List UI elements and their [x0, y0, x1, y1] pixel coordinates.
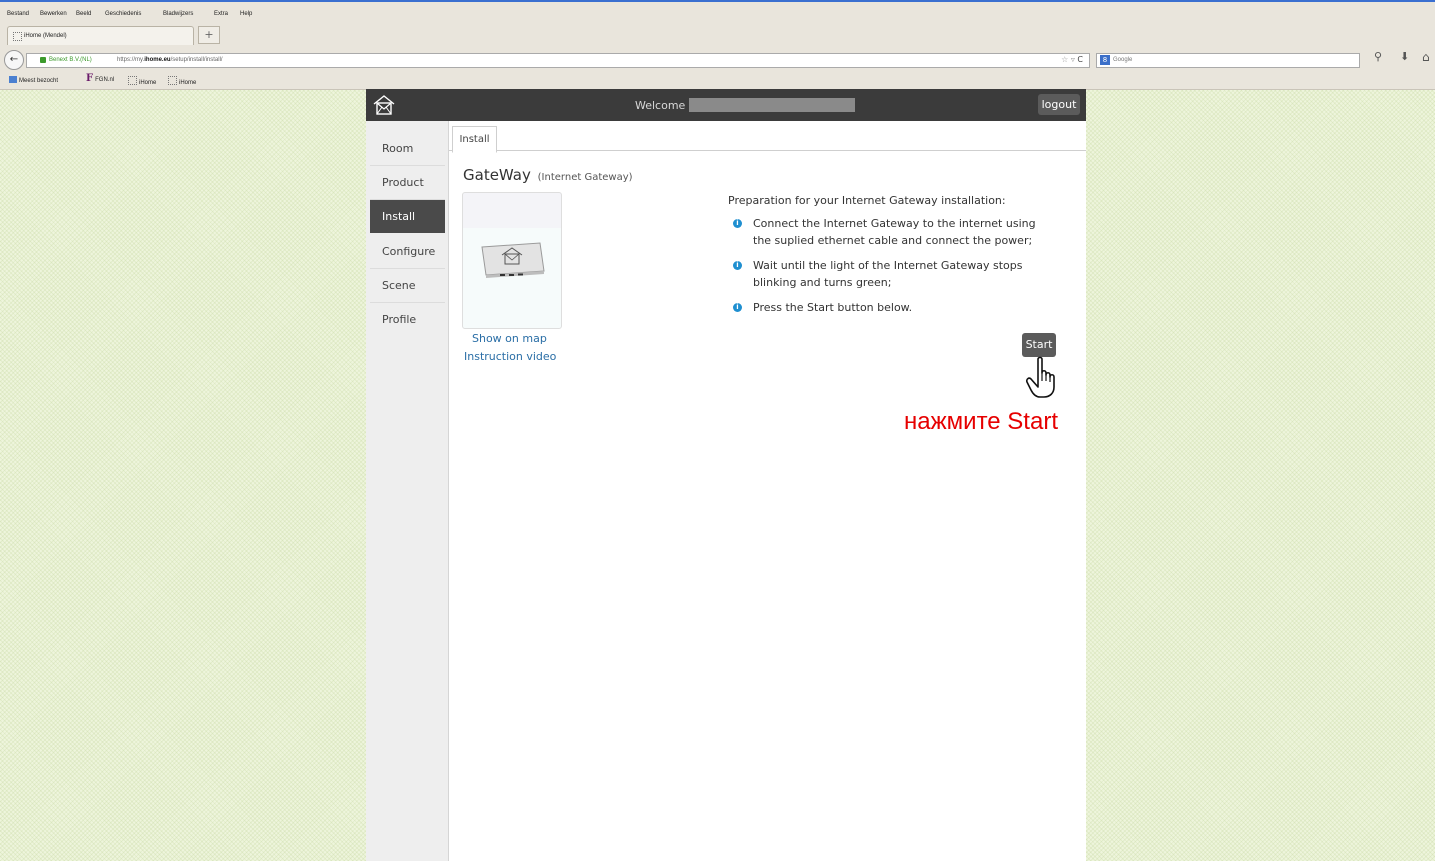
info-icon: i	[733, 261, 742, 270]
sidebar-item-scene[interactable]: Scene	[370, 269, 445, 303]
dropdown-icon[interactable]: ▿	[1071, 55, 1075, 64]
bookmark-label: FGN.nl	[95, 77, 115, 83]
menu-help[interactable]: Help	[240, 11, 252, 17]
device-title: GateWay (Internet Gateway)	[463, 166, 633, 184]
folder-icon	[9, 76, 17, 83]
browser-chrome: Bestand Bewerken Beeld Geschiedenis Blad…	[0, 0, 1435, 90]
home-logo-icon[interactable]	[372, 93, 396, 117]
menu-beeld[interactable]: Beeld	[76, 11, 91, 17]
url-path: /setup/install/install/	[170, 57, 223, 63]
welcome-text: Welcome	[635, 99, 686, 112]
url-bar-icons: ☆ ▿ C	[1061, 55, 1083, 64]
tab-divider	[449, 150, 1086, 151]
bookmark-label: Meest bezocht	[19, 78, 59, 84]
search-bar[interactable]: 8 Google	[1096, 53, 1360, 68]
device-card[interactable]	[462, 192, 562, 329]
sidebar-item-configure[interactable]: Configure	[370, 235, 445, 269]
search-placeholder: Google	[1113, 57, 1133, 63]
url-domain: ihome.eu	[144, 57, 171, 63]
new-tab-button[interactable]: +	[198, 26, 220, 44]
sidebar-item-product[interactable]: Product	[370, 166, 445, 200]
hand-cursor-icon	[1026, 356, 1055, 398]
bookmark-label: iHome	[179, 80, 197, 86]
logout-button[interactable]: logout	[1038, 94, 1080, 115]
lock-icon	[40, 57, 46, 63]
device-subtitle: (Internet Gateway)	[537, 172, 633, 183]
url-bar[interactable]: Benext B.V.(NL) https://my.ihome.eu/setu…	[26, 53, 1090, 68]
page-icon	[13, 32, 22, 41]
download-icon[interactable]: ⬇	[1400, 50, 1409, 63]
bookmark-label: iHome	[139, 80, 157, 86]
step-text: Press the Start button below.	[753, 301, 913, 314]
sidebar-item-install[interactable]: Install	[370, 200, 445, 233]
fgn-icon: F	[86, 73, 94, 84]
preparation-title: Preparation for your Internet Gateway in…	[728, 194, 1006, 207]
start-button[interactable]: Start	[1022, 333, 1056, 357]
instruction-video-link[interactable]: Instruction video	[464, 350, 556, 363]
menu-geschiedenis[interactable]: Geschiedenis	[105, 11, 141, 17]
redacted-username	[689, 98, 855, 112]
bookmarks-bar: Meest bezocht F FGN.nl iHome iHome	[0, 72, 1435, 88]
menu-extra[interactable]: Extra	[214, 11, 228, 17]
site-identity[interactable]: Benext B.V.(NL)	[49, 57, 92, 63]
search-icon[interactable]: ⚲	[1374, 50, 1382, 63]
bookmark-fgn[interactable]: F FGN.nl	[86, 73, 114, 84]
gateway-device-image	[481, 242, 545, 278]
url-text: https://my.ihome.eu/setup/install/instal…	[117, 57, 223, 63]
sidebar-item-profile[interactable]: Profile	[370, 303, 445, 336]
star-icon[interactable]: ☆	[1061, 55, 1068, 64]
sidebar: Room Product Install Configure Scene Pro…	[366, 121, 449, 861]
device-name: GateWay	[463, 166, 531, 184]
step-text: Wait until the light of the Internet Gat…	[753, 259, 1023, 289]
main-content: Install GateWay (Internet Gateway) Show …	[449, 121, 1086, 861]
menu-bestand[interactable]: Bestand	[7, 11, 29, 17]
arrow-left-icon: ←	[9, 54, 19, 65]
bookmark-meest-bezocht[interactable]: Meest bezocht	[9, 76, 58, 84]
browser-tab[interactable]: iHome (Mendel)	[7, 26, 194, 45]
url-prefix: https://my.	[117, 57, 145, 63]
tab-strip: iHome (Mendel) +	[0, 22, 1435, 46]
info-icon: i	[733, 303, 742, 312]
navigation-bar: ← Benext B.V.(NL) https://my.ihome.eu/se…	[0, 47, 1435, 71]
browser-tab-title: iHome (Mendel)	[24, 33, 67, 39]
home-icon[interactable]: ⌂	[1422, 50, 1430, 64]
app-header: Welcome logout	[366, 89, 1086, 121]
tab-install[interactable]: Install	[452, 126, 497, 153]
sidebar-item-room[interactable]: Room	[370, 132, 445, 166]
bookmark-ihome-1[interactable]: iHome	[128, 76, 156, 86]
menu-bladwijzers[interactable]: Bladwijzers	[163, 11, 193, 17]
google-icon[interactable]: 8	[1100, 55, 1110, 65]
show-on-map-link[interactable]: Show on map	[472, 332, 547, 345]
menu-bar: Bestand Bewerken Beeld Geschiedenis Blad…	[0, 0, 1435, 24]
page-icon	[128, 76, 137, 85]
bookmark-ihome-2[interactable]: iHome	[168, 76, 196, 86]
page-icon	[168, 76, 177, 85]
reload-icon[interactable]: C	[1077, 55, 1083, 64]
info-icon: i	[733, 219, 742, 228]
menu-bewerken[interactable]: Bewerken	[40, 11, 67, 17]
step-text: Connect the Internet Gateway to the inte…	[753, 217, 1036, 247]
back-button[interactable]: ←	[4, 50, 24, 70]
annotation-text: нажмите Start	[904, 408, 1058, 435]
